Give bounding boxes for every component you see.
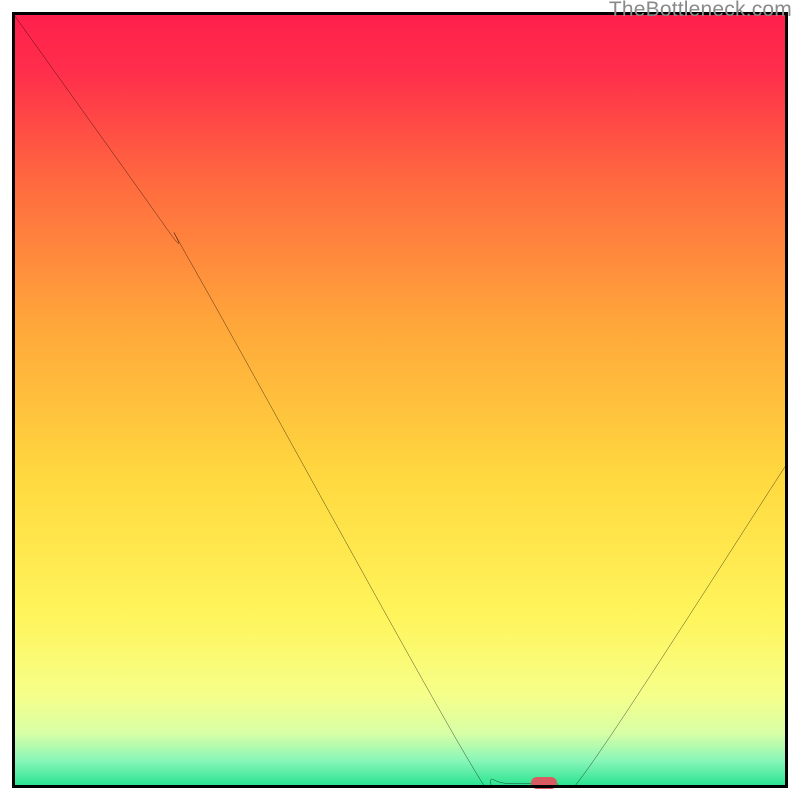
watermark-text: TheBottleneck.com [609, 0, 792, 22]
min-marker [531, 777, 557, 789]
bottleneck-curve [12, 12, 788, 788]
plot-area [12, 12, 788, 788]
chart-canvas: TheBottleneck.com [0, 0, 800, 800]
